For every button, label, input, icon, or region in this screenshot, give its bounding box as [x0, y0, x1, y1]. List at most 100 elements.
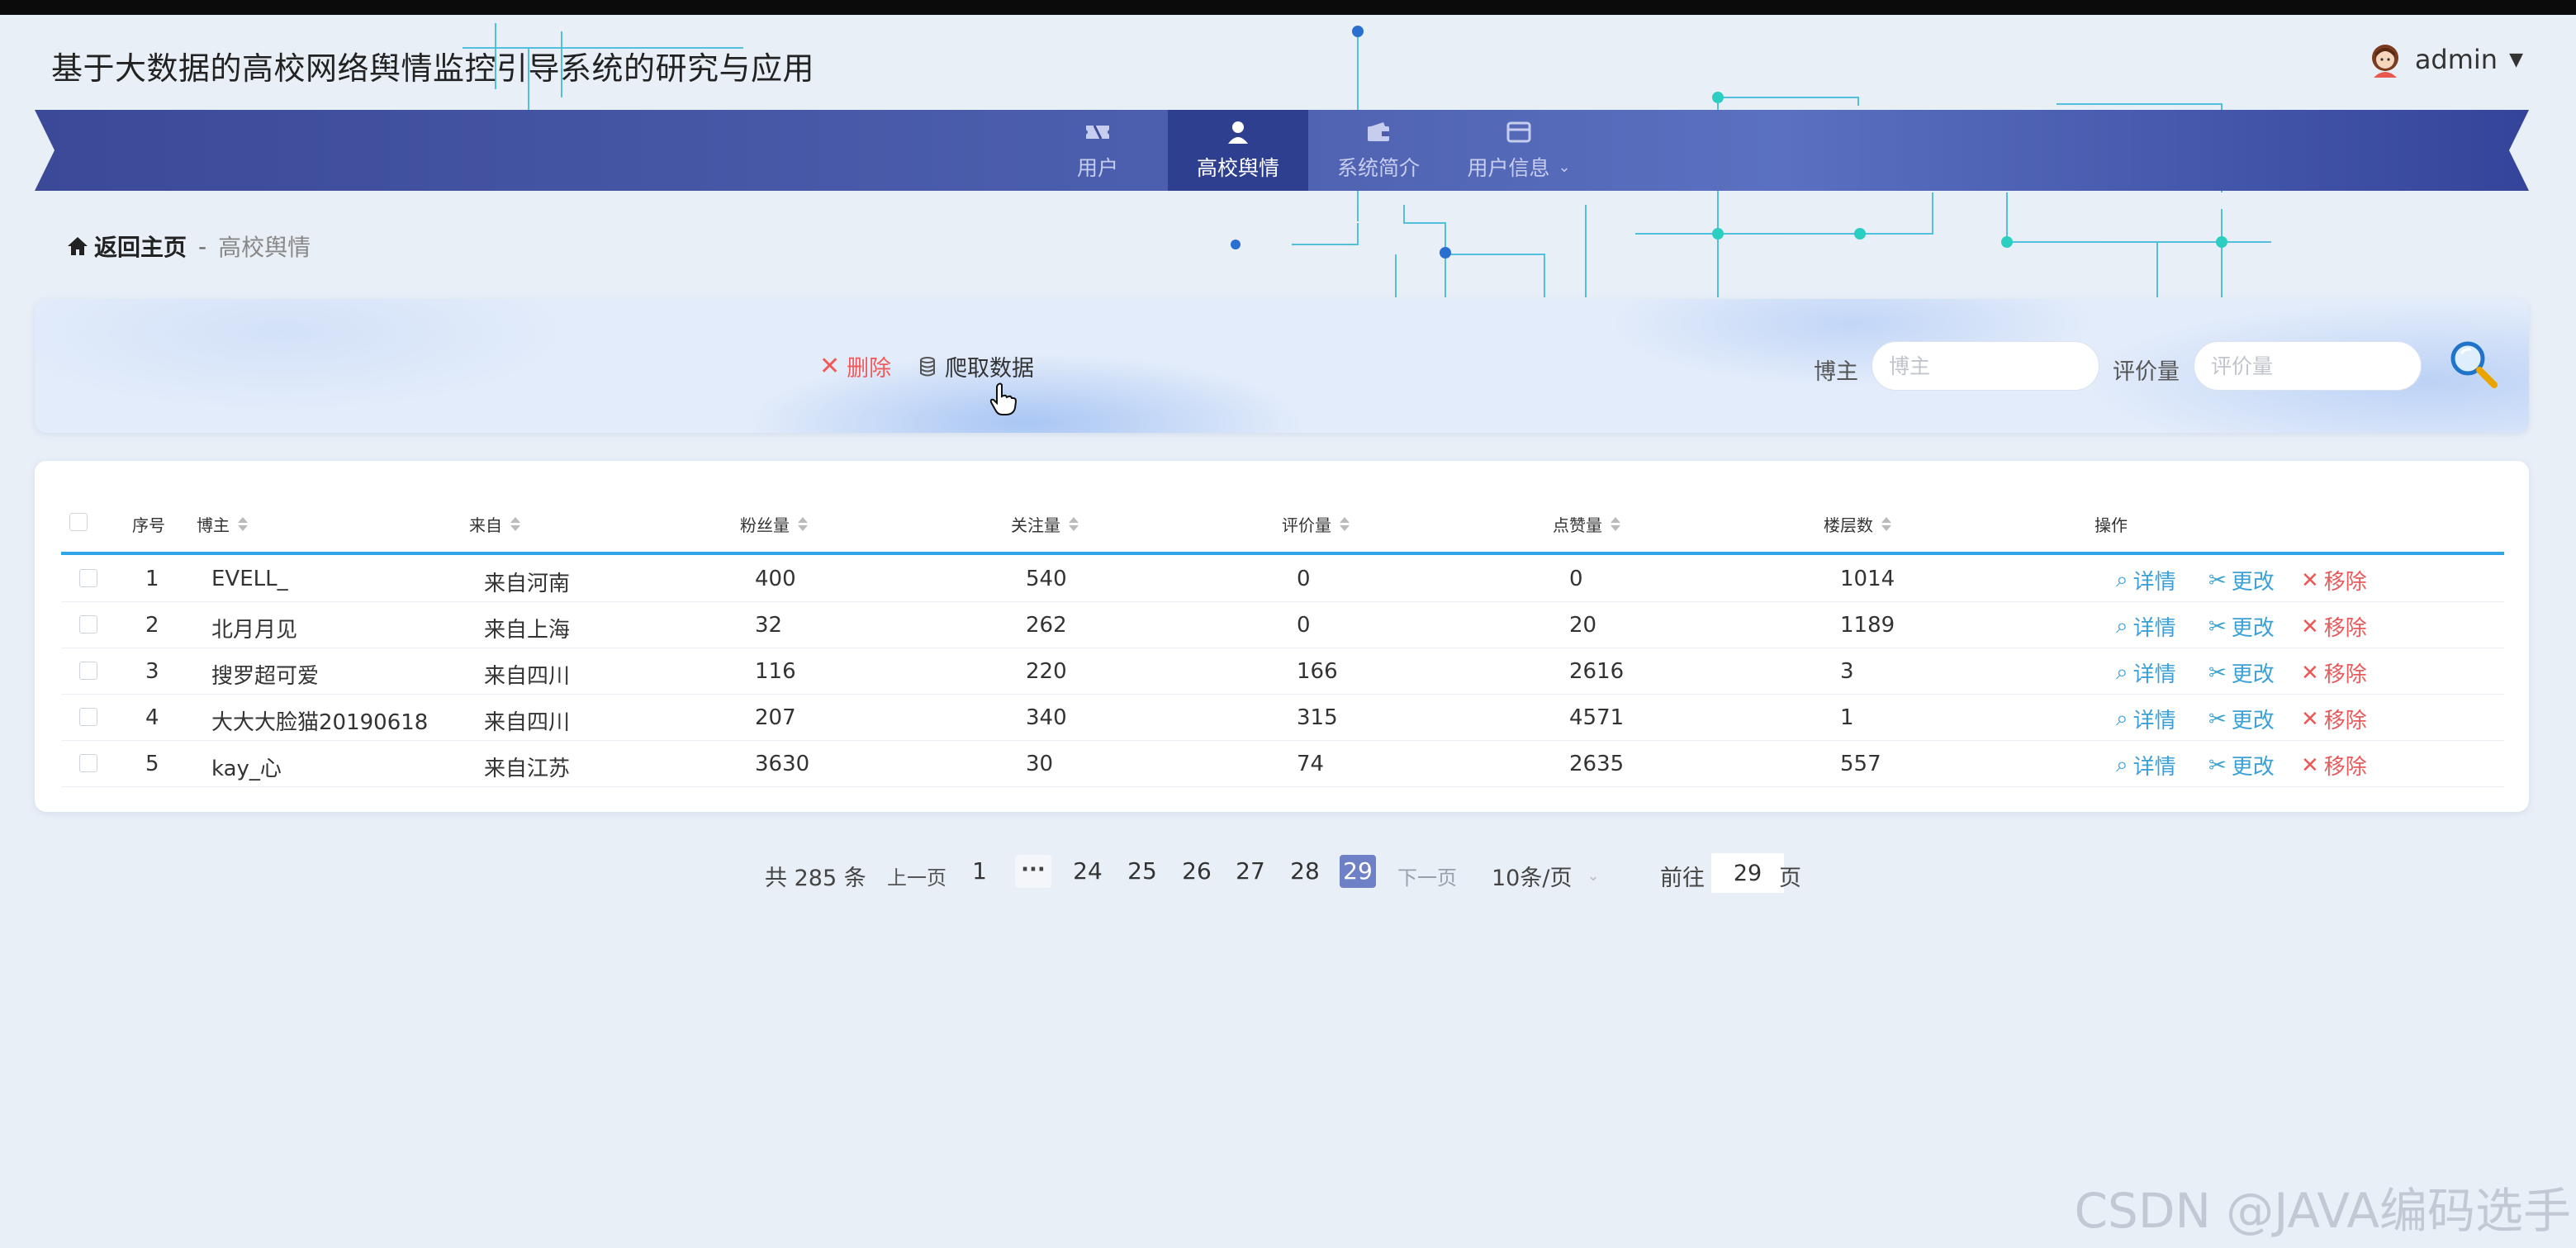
row-checkbox[interactable] [79, 569, 97, 587]
comments-search-input[interactable] [2194, 341, 2422, 391]
page-28[interactable]: 28 [1287, 855, 1323, 888]
cell-blogger: 大大大脸猫20190618 [211, 710, 429, 735]
scissors-icon: ✂ [2208, 567, 2227, 593]
page-size-select[interactable]: 10条/页 ⌄ [1492, 860, 1600, 892]
remove-button[interactable]: ✕ 移除 [2301, 565, 2367, 596]
detail-button[interactable]: ⌕ 详情 [2116, 611, 2176, 642]
cell-comments: 74 [1297, 752, 1325, 776]
column-header-floors[interactable]: 楼层数 [1824, 512, 1891, 536]
next-page-button[interactable]: 下一页 [1397, 861, 1457, 890]
remove-button[interactable]: ✕ 移除 [2301, 611, 2367, 642]
nav-item-label: 系统简介 [1336, 156, 1420, 180]
edit-button[interactable]: ✂ 更改 [2208, 657, 2275, 688]
edit-button[interactable]: ✂ 更改 [2208, 565, 2275, 596]
edit-button[interactable]: ✂ 更改 [2208, 611, 2275, 642]
search-icon: ⌕ [2116, 752, 2128, 777]
hand-cursor-icon [989, 382, 1018, 415]
remove-button[interactable]: ✕ 移除 [2301, 750, 2367, 781]
nav-item-user-info[interactable]: 用户信息 ⌄ [1449, 110, 1589, 191]
breadcrumb-home[interactable]: 返回主页 [66, 230, 187, 263]
column-header-follows[interactable]: 关注量 [1011, 512, 1079, 536]
cell-index: 2 [145, 613, 159, 638]
nav-item-intro[interactable]: 系统简介 [1308, 110, 1449, 191]
page-26[interactable]: 26 [1179, 855, 1215, 888]
cell-index: 5 [145, 752, 159, 776]
sort-icon [1881, 517, 1891, 531]
cell-floors: 3 [1840, 659, 1854, 684]
page-size-value: 10条/页 [1492, 866, 1573, 891]
page-27[interactable]: 27 [1232, 855, 1269, 888]
edit-label: 更改 [2231, 616, 2275, 641]
cell-floors: 1189 [1840, 613, 1895, 638]
column-header-actions: 操作 [2094, 515, 2128, 535]
scissors-icon: ✂ [2208, 752, 2227, 778]
edit-button[interactable]: ✂ 更改 [2208, 704, 2275, 734]
close-icon: ✕ [2301, 706, 2319, 732]
table-row: 3 搜罗超可爱 来自四川 116 220 166 2616 3 ⌕ 详情 ✂ 更改 … [61, 648, 2504, 695]
cell-from: 来自上海 [484, 618, 571, 643]
filter-comments-label: 评价量 [2113, 359, 2180, 385]
column-header-from[interactable]: 来自 [469, 512, 520, 536]
search-icon[interactable] [2446, 337, 2501, 391]
goto-suffix: 页 [1779, 866, 1801, 891]
detail-label: 详情 [2132, 616, 2176, 641]
cell-blogger: 北月月见 [211, 618, 298, 643]
cell-fans: 400 [755, 567, 796, 591]
search-icon: ⌕ [2116, 614, 2128, 638]
nav-item-users[interactable]: 用户 [1027, 110, 1168, 191]
cell-index: 3 [145, 659, 159, 684]
user-menu[interactable]: admin ▼ [2367, 41, 2523, 78]
crawl-data-button[interactable]: 爬取数据 [918, 350, 1034, 382]
cell-comments: 166 [1297, 659, 1338, 684]
column-header-comments[interactable]: 评价量 [1282, 512, 1350, 536]
delete-button[interactable]: ✕ 删除 [819, 350, 891, 382]
goto-label: 前往 [1660, 866, 1705, 891]
row-checkbox[interactable] [79, 662, 97, 680]
cell-blogger: kay_心 [211, 757, 282, 781]
caret-down-icon: ▼ [2509, 49, 2523, 70]
cell-from: 来自河南 [484, 572, 571, 596]
cell-likes: 2635 [1569, 752, 1625, 776]
main-nav: 用户 高校舆情 系统简介 用户信息 ⌄ [35, 110, 2529, 191]
edit-button[interactable]: ✂ 更改 [2208, 750, 2275, 781]
detail-label: 详情 [2132, 662, 2176, 687]
detail-button[interactable]: ⌕ 详情 [2116, 657, 2176, 688]
home-icon [68, 237, 88, 255]
blogger-search-input[interactable] [1872, 341, 2099, 391]
prev-page-button[interactable]: 上一页 [887, 861, 946, 890]
remove-button[interactable]: ✕ 移除 [2301, 704, 2367, 734]
sort-icon [1340, 517, 1350, 531]
row-checkbox[interactable] [79, 754, 97, 772]
more-pages-icon[interactable]: ··· [1015, 855, 1051, 888]
column-header-likes[interactable]: 点赞量 [1553, 512, 1620, 536]
select-all-checkbox[interactable] [69, 513, 88, 531]
column-header-fans[interactable]: 粉丝量 [740, 512, 808, 536]
pagination: 共 285 条 上一页 1 ··· 24 25 26 27 28 29 下一页 … [0, 853, 2576, 894]
cell-likes: 20 [1569, 613, 1597, 638]
row-checkbox[interactable] [79, 615, 97, 633]
page-24[interactable]: 24 [1070, 855, 1106, 888]
edit-label: 更改 [2231, 755, 2275, 780]
nav-item-sentiment[interactable]: 高校舆情 [1168, 110, 1308, 191]
page-1[interactable]: 1 [961, 855, 998, 888]
cell-floors: 1014 [1840, 567, 1895, 591]
page-29-current[interactable]: 29 [1340, 855, 1376, 888]
row-checkbox[interactable] [79, 708, 97, 726]
close-icon: ✕ [2301, 660, 2319, 686]
table-row: 4 大大大脸猫20190618 来自四川 207 340 315 4571 1 … [61, 694, 2504, 741]
column-header-label: 评价量 [1282, 515, 1331, 535]
detail-button[interactable]: ⌕ 详情 [2116, 565, 2176, 596]
column-header-blogger[interactable]: 博主 [197, 512, 248, 536]
cell-from: 来自四川 [484, 664, 571, 689]
remove-button[interactable]: ✕ 移除 [2301, 657, 2367, 688]
detail-button[interactable]: ⌕ 详情 [2116, 704, 2176, 734]
detail-button[interactable]: ⌕ 详情 [2116, 750, 2176, 781]
breadcrumb-home-label: 返回主页 [94, 234, 187, 261]
cell-from: 来自江苏 [484, 757, 571, 781]
goto-page-input[interactable] [1711, 853, 1784, 893]
cell-fans: 3630 [755, 752, 810, 776]
table-row: 5 kay_心 来自江苏 3630 30 74 2635 557 ⌕ 详情 ✂ 更改… [61, 740, 2504, 787]
cell-index: 4 [145, 705, 159, 730]
page-25[interactable]: 25 [1124, 855, 1160, 888]
sort-icon [1611, 517, 1620, 531]
